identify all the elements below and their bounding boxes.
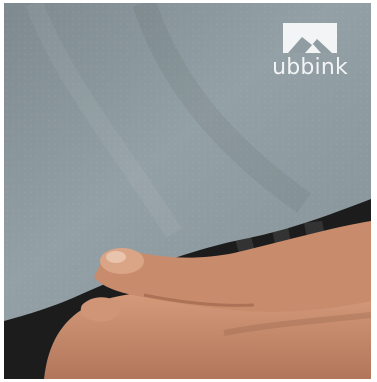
brand-logo: ubbink — [267, 23, 353, 80]
house-roof-icon — [283, 23, 337, 53]
brand-name: ubbink — [272, 55, 348, 80]
photo-frame: ubbink — [4, 3, 371, 379]
thumbnail — [106, 251, 126, 263]
